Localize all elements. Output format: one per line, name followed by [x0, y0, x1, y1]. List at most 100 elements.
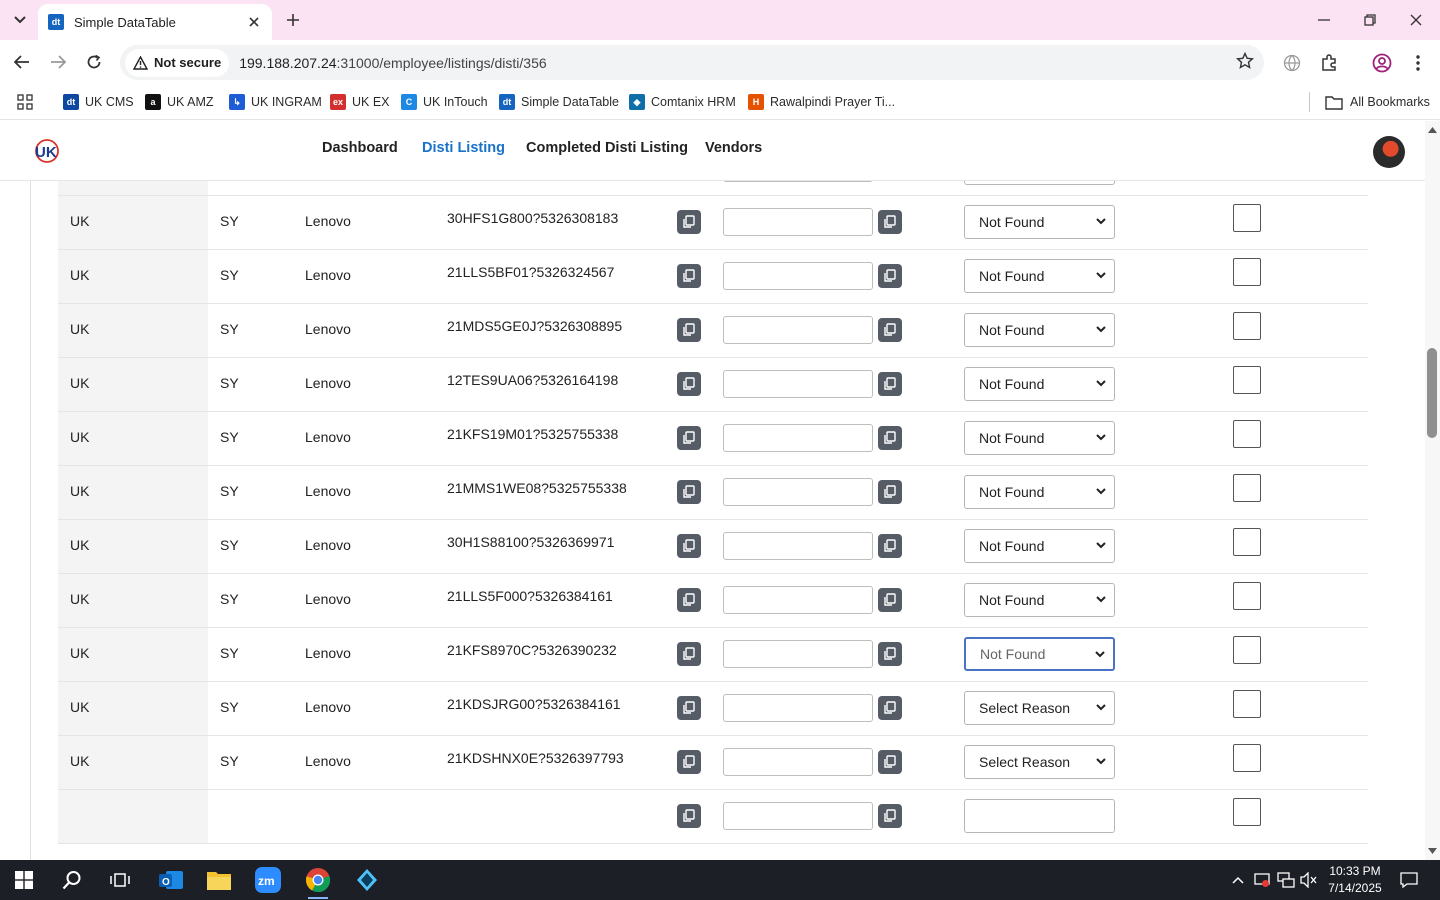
reason-select[interactable]: Not Found — [964, 367, 1115, 401]
row-checkbox[interactable] — [1233, 744, 1261, 772]
reason-select[interactable]: Not Found — [964, 205, 1115, 239]
nav-dashboard[interactable]: Dashboard — [322, 140, 398, 156]
row-checkbox[interactable] — [1233, 690, 1261, 718]
bookmark-item[interactable]: ↳ UK INGRAM — [229, 91, 322, 113]
paste-link-button[interactable] — [878, 588, 902, 612]
paste-link-button[interactable] — [878, 804, 902, 828]
new-tab-button[interactable] — [282, 8, 304, 32]
copy-sku-button[interactable] — [677, 318, 701, 342]
page-scrollbar[interactable] — [1425, 121, 1440, 860]
reason-select[interactable]: Not Found — [964, 313, 1115, 347]
minimize-button[interactable] — [1308, 6, 1340, 34]
app-diamond[interactable] — [351, 864, 383, 896]
copy-sku-button[interactable] — [677, 696, 701, 720]
task-view-button[interactable] — [104, 864, 136, 896]
paste-link-button[interactable] — [878, 372, 902, 396]
tab-close-button[interactable] — [246, 14, 262, 30]
bookmark-item[interactable]: a UK AMZ — [145, 91, 214, 113]
nav-disti-listing[interactable]: Disti Listing — [422, 140, 505, 156]
reload-button[interactable] — [80, 48, 108, 76]
reason-select[interactable]: Not Found — [964, 475, 1115, 509]
security-chip[interactable]: Not secure — [125, 48, 230, 77]
link-input[interactable] — [723, 640, 873, 668]
extensions-button[interactable] — [1316, 50, 1342, 76]
scroll-down-icon[interactable] — [1428, 848, 1437, 854]
bookmark-item[interactable]: ex UK EX — [330, 91, 390, 113]
taskbar-search-button[interactable] — [56, 864, 88, 896]
row-checkbox[interactable] — [1233, 204, 1261, 232]
paste-link-button[interactable] — [878, 210, 902, 234]
link-input[interactable] — [723, 532, 873, 560]
notification-center-button[interactable] — [1393, 864, 1425, 896]
row-checkbox[interactable] — [1233, 528, 1261, 556]
tray-security[interactable] — [1250, 864, 1274, 896]
uk-logo[interactable]: UK — [32, 138, 60, 164]
tab-search-button[interactable] — [6, 8, 34, 32]
tray-overflow-button[interactable] — [1226, 864, 1250, 896]
browser-menu-button[interactable] — [1405, 50, 1431, 76]
row-checkbox[interactable] — [1233, 474, 1261, 502]
link-input[interactable] — [723, 370, 873, 398]
chrome-app[interactable] — [302, 864, 334, 899]
address-bar[interactable]: Not secure 199.188.207.24:31000/employee… — [120, 45, 1264, 80]
reason-select[interactable]: Select Reason — [964, 691, 1115, 725]
outlook-app[interactable]: O — [155, 864, 187, 896]
copy-sku-button[interactable] — [677, 804, 701, 828]
reason-select[interactable]: Not Found — [964, 259, 1115, 293]
bookmark-item[interactable]: ◆ Comtanix HRM — [629, 91, 736, 113]
paste-link-button[interactable] — [878, 750, 902, 774]
copy-sku-button[interactable] — [677, 642, 701, 666]
bookmark-star-button[interactable] — [1235, 51, 1255, 75]
paste-link-button[interactable] — [878, 480, 902, 504]
apps-button[interactable] — [17, 91, 33, 113]
copy-sku-button[interactable] — [677, 210, 701, 234]
copy-sku-button[interactable] — [677, 588, 701, 612]
reason-select[interactable] — [964, 799, 1115, 833]
zoom-app[interactable]: zm — [252, 864, 284, 896]
link-input[interactable] — [723, 424, 873, 452]
row-checkbox[interactable] — [1233, 798, 1261, 826]
row-checkbox[interactable] — [1233, 366, 1261, 394]
bookmark-item[interactable]: dt UK CMS — [63, 91, 134, 113]
taskbar-clock[interactable]: 10:33 PM 7/14/2025 — [1318, 863, 1392, 897]
nav-completed-disti-listing[interactable]: Completed Disti Listing — [526, 140, 688, 156]
reason-select[interactable]: Not Found — [964, 583, 1115, 617]
link-input[interactable] — [723, 748, 873, 776]
avatar[interactable] — [1373, 136, 1405, 168]
row-checkbox[interactable] — [1233, 420, 1261, 448]
paste-link-button[interactable] — [878, 426, 902, 450]
start-button[interactable] — [8, 864, 40, 896]
link-input[interactable] — [723, 802, 873, 830]
row-checkbox[interactable] — [1233, 636, 1261, 664]
link-input[interactable] — [723, 208, 873, 236]
all-bookmarks-button[interactable]: All Bookmarks — [1325, 91, 1430, 113]
file-explorer-app[interactable] — [203, 864, 235, 896]
close-window-button[interactable] — [1400, 6, 1432, 34]
scroll-up-icon[interactable] — [1428, 127, 1437, 133]
copy-sku-button[interactable] — [677, 426, 701, 450]
copy-sku-button[interactable] — [677, 264, 701, 288]
row-checkbox[interactable] — [1233, 582, 1261, 610]
reason-select[interactable]: Not Found — [964, 637, 1115, 671]
copy-sku-button[interactable] — [677, 372, 701, 396]
link-input[interactable] — [723, 262, 873, 290]
reason-select[interactable]: Not Found — [964, 529, 1115, 563]
bookmark-item[interactable]: H Rawalpindi Prayer Ti... — [748, 91, 895, 113]
row-checkbox[interactable] — [1233, 258, 1261, 286]
bookmark-item[interactable]: dt Simple DataTable — [499, 91, 619, 113]
reason-select[interactable]: Not Found — [964, 421, 1115, 455]
copy-sku-button[interactable] — [677, 480, 701, 504]
back-button[interactable] — [8, 48, 36, 76]
scroll-thumb[interactable] — [1427, 348, 1437, 438]
link-input[interactable] — [723, 316, 873, 344]
paste-link-button[interactable] — [878, 642, 902, 666]
restore-button[interactable] — [1354, 6, 1386, 34]
bookmark-item[interactable]: C UK InTouch — [401, 91, 488, 113]
link-input[interactable] — [723, 586, 873, 614]
reason-select[interactable]: Select Reason — [964, 745, 1115, 779]
row-checkbox[interactable] — [1233, 312, 1261, 340]
tray-network[interactable] — [1274, 864, 1298, 896]
copy-sku-button[interactable] — [677, 534, 701, 558]
paste-link-button[interactable] — [878, 696, 902, 720]
translate-button[interactable] — [1279, 50, 1305, 76]
